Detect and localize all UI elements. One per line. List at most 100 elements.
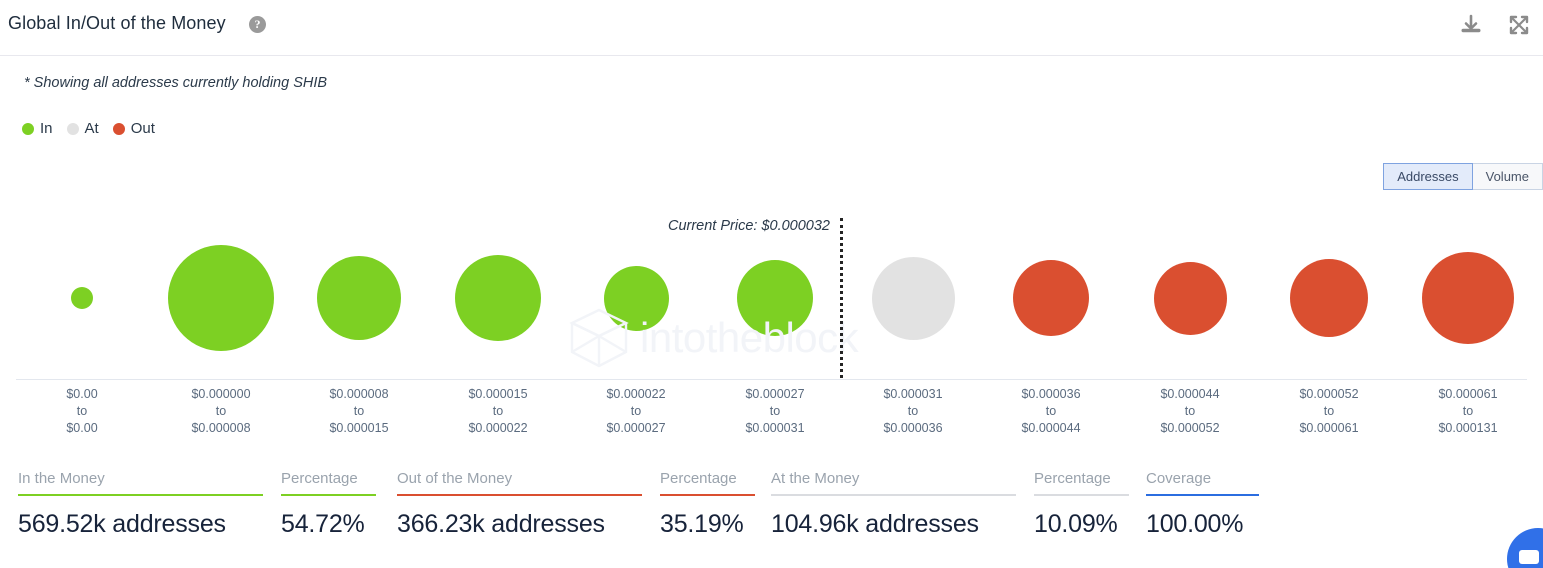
- stat-value: 569.52k addresses: [18, 510, 263, 539]
- x-axis-label: $0.000061to$0.000131: [1398, 386, 1538, 437]
- stat-label: Coverage: [1146, 470, 1259, 494]
- header-actions: [1459, 13, 1531, 37]
- legend-dot-icon: [113, 123, 125, 135]
- bubble-in-1[interactable]: [168, 245, 274, 351]
- x-label-to: $0.000031: [705, 420, 845, 437]
- x-label-to: $0.000008: [151, 420, 291, 437]
- x-label-from: $0.000015: [428, 386, 568, 403]
- stat-label: Percentage: [1034, 470, 1129, 494]
- x-axis-label: $0.000052to$0.000061: [1259, 386, 1399, 437]
- x-label-from: $0.000036: [981, 386, 1121, 403]
- stat-underline: [1146, 494, 1259, 496]
- legend-label: At: [85, 120, 99, 137]
- bubble-out-8[interactable]: [1154, 262, 1227, 335]
- x-label-to-word: to: [981, 403, 1121, 420]
- x-label-to-word: to: [12, 403, 152, 420]
- x-axis-label: $0.000027to$0.000031: [705, 386, 845, 437]
- x-label-to-word: to: [705, 403, 845, 420]
- x-label-to-word: to: [566, 403, 706, 420]
- x-axis-label: $0.000008to$0.000015: [289, 386, 429, 437]
- stat-block: Percentage 54.72%: [281, 470, 376, 539]
- toggle-addresses-button[interactable]: Addresses: [1383, 163, 1472, 190]
- bubble-out-7[interactable]: [1013, 260, 1089, 336]
- stat-block: Percentage 35.19%: [660, 470, 755, 539]
- stat-block: Coverage 100.00%: [1146, 470, 1259, 539]
- x-axis-label: $0.000044to$0.000052: [1120, 386, 1260, 437]
- x-label-to-word: to: [1259, 403, 1399, 420]
- stat-label: Out of the Money: [397, 470, 642, 494]
- bubble-in-0[interactable]: [71, 287, 93, 309]
- x-label-to-word: to: [1398, 403, 1538, 420]
- widget-header: Global In/Out of the Money ?: [0, 0, 1543, 56]
- stat-block: In the Money 569.52k addresses: [18, 470, 263, 539]
- stat-label: Percentage: [281, 470, 376, 494]
- stat-underline: [18, 494, 263, 496]
- x-label-from: $0.000022: [566, 386, 706, 403]
- summary-stats: In the Money 569.52k addresses Percentage 5…: [0, 470, 1543, 568]
- x-label-from: $0.000000: [151, 386, 291, 403]
- bubble-in-3[interactable]: [455, 255, 541, 341]
- x-label-from: $0.000061: [1398, 386, 1538, 403]
- x-label-to-word: to: [1120, 403, 1260, 420]
- x-label-to-word: to: [289, 403, 429, 420]
- bubble-at-6[interactable]: [872, 257, 955, 340]
- x-axis-label: $0.00to$0.00: [12, 386, 152, 437]
- bubble-out-9[interactable]: [1290, 259, 1368, 337]
- stat-label: At the Money: [771, 470, 1016, 494]
- stat-underline: [397, 494, 642, 496]
- x-label-from: $0.00: [12, 386, 152, 403]
- page-title: Global In/Out of the Money: [8, 13, 226, 34]
- stat-value: 35.19%: [660, 510, 755, 539]
- chart-note: * Showing all addresses currently holdin…: [24, 75, 327, 91]
- stat-underline: [660, 494, 755, 496]
- fullscreen-icon[interactable]: [1507, 13, 1531, 37]
- bubble-out-10[interactable]: [1422, 252, 1514, 344]
- stat-value: 366.23k addresses: [397, 510, 642, 539]
- metric-toggle: AddressesVolume: [1383, 163, 1543, 190]
- current-price-line: [840, 218, 843, 378]
- x-axis-label: $0.000015to$0.000022: [428, 386, 568, 437]
- question-circle-icon[interactable]: ?: [249, 16, 266, 33]
- legend-item-out[interactable]: Out: [113, 120, 155, 137]
- x-label-to-word: to: [151, 403, 291, 420]
- bubble-in-4[interactable]: [604, 266, 669, 331]
- x-label-to-word: to: [428, 403, 568, 420]
- x-label-to: $0.000131: [1398, 420, 1538, 437]
- legend-item-in[interactable]: In: [22, 120, 53, 137]
- in-out-of-the-money-widget: Global In/Out of the Money ?: [0, 0, 1543, 568]
- x-label-to: $0.000027: [566, 420, 706, 437]
- stat-value: 10.09%: [1034, 510, 1129, 539]
- stat-block: Percentage 10.09%: [1034, 470, 1129, 539]
- stat-value: 100.00%: [1146, 510, 1259, 539]
- x-label-to: $0.000052: [1120, 420, 1260, 437]
- x-axis-label: $0.000022to$0.000027: [566, 386, 706, 437]
- stat-label: Percentage: [660, 470, 755, 494]
- x-axis-label: $0.000036to$0.000044: [981, 386, 1121, 437]
- stat-underline: [771, 494, 1016, 496]
- stat-value: 104.96k addresses: [771, 510, 1016, 539]
- x-label-from: $0.000027: [705, 386, 845, 403]
- x-label-to: $0.000022: [428, 420, 568, 437]
- stat-label: In the Money: [18, 470, 263, 494]
- legend-label: Out: [131, 120, 155, 137]
- toggle-volume-button[interactable]: Volume: [1472, 163, 1543, 190]
- x-label-from: $0.000052: [1259, 386, 1399, 403]
- x-label-from: $0.000008: [289, 386, 429, 403]
- x-label-from: $0.000044: [1120, 386, 1260, 403]
- download-icon[interactable]: [1459, 13, 1483, 37]
- chart-legend: In At Out: [22, 120, 169, 137]
- x-label-from: $0.000031: [843, 386, 983, 403]
- x-label-to: $0.00: [12, 420, 152, 437]
- legend-item-at[interactable]: At: [67, 120, 99, 137]
- legend-label: In: [40, 120, 53, 137]
- legend-dot-icon: [67, 123, 79, 135]
- stat-underline: [281, 494, 376, 496]
- stat-value: 54.72%: [281, 510, 376, 539]
- bubble-in-2[interactable]: [317, 256, 401, 340]
- bubble-in-5[interactable]: [737, 260, 813, 336]
- current-price-label: Current Price: $0.000032: [650, 218, 830, 234]
- x-label-to: $0.000036: [843, 420, 983, 437]
- x-axis-labels: $0.00to$0.00$0.000000to$0.000008$0.00000…: [0, 386, 1543, 442]
- stat-block: At the Money 104.96k addresses: [771, 470, 1016, 539]
- x-axis-label: $0.000000to$0.000008: [151, 386, 291, 437]
